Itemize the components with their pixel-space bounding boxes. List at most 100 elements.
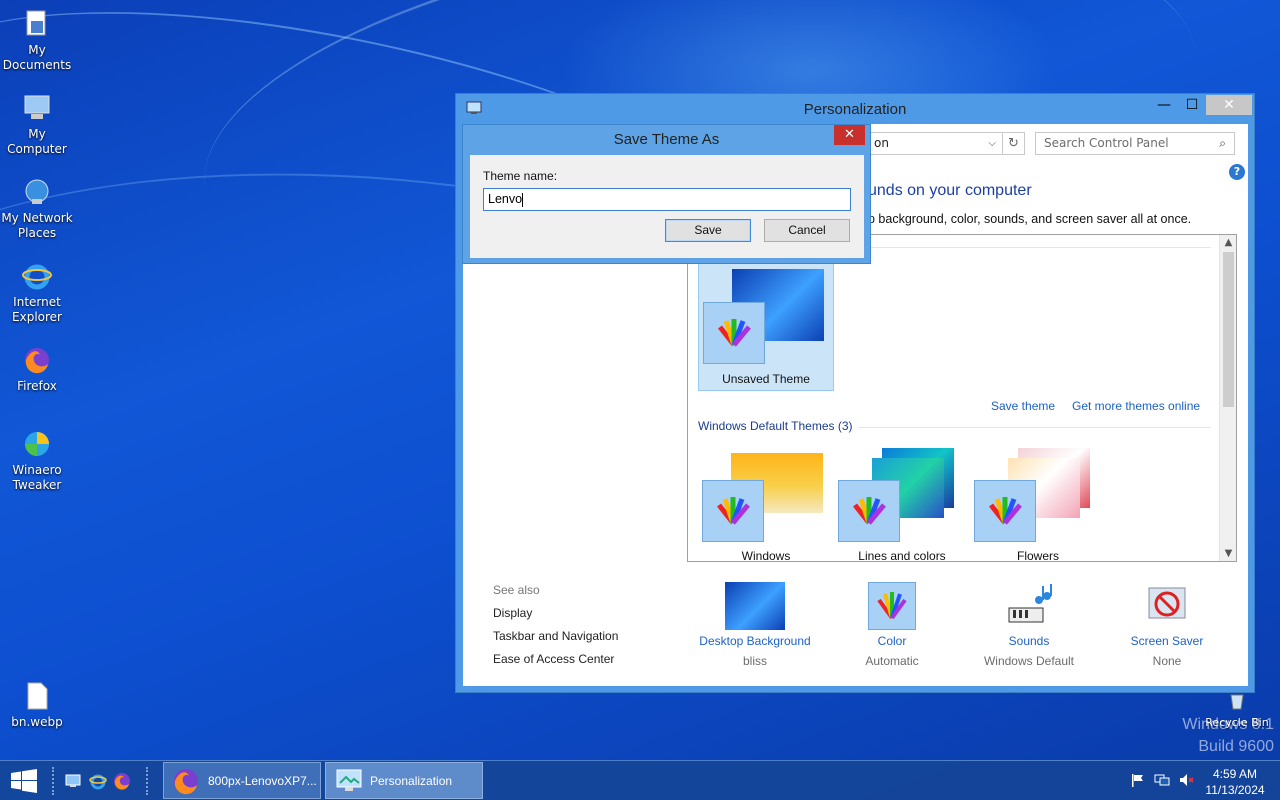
desktop-icon-my-documents[interactable]: My Documents [0,8,74,73]
firefox-icon [172,767,200,795]
refresh-button[interactable]: ↻ [1003,132,1025,155]
desktop-icon-winaero-tweaker[interactable]: Winaero Tweaker [0,428,74,493]
flag-icon[interactable] [1130,772,1146,788]
my-computer-icon [21,92,53,124]
theme-name-label: Theme name: [483,169,558,183]
clock-date: 11/13/2024 [1205,783,1265,797]
my-documents-icon [21,8,53,40]
internet-explorer-icon[interactable] [89,772,107,790]
color-setting[interactable]: Color Automatic [827,582,957,668]
cancel-button[interactable]: Cancel [764,219,850,242]
recycle-bin-icon [1221,690,1253,712]
save-theme-dialog[interactable]: Save Theme As ✕ Theme name: Lenvo Save C… [462,124,871,264]
search-input[interactable]: Search Control Panel ⌕ [1035,132,1235,155]
desktop-icon-label: My Computer [7,127,67,156]
sounds-setting[interactable]: Sounds Windows Default [964,582,1094,668]
desktop-icon-internet-explorer[interactable]: Internet Explorer [0,260,74,325]
close-button[interactable]: ✕ [1206,95,1252,115]
color-palette-icon [703,302,765,364]
setting-value: bliss [742,654,767,668]
setting-label: Sounds [1008,634,1050,648]
chevron-down-icon[interactable]: ⌵ [988,133,996,154]
theme-label: Flowers [1016,549,1059,562]
setting-value: Windows Default [983,654,1075,668]
refresh-icon: ↻ [1008,136,1019,151]
screen-saver-setting[interactable]: Screen Saver None [1102,582,1232,668]
theme-label: Windows [741,549,791,562]
desktop-icon-firefox[interactable]: Firefox [0,344,74,394]
scrollbar-thumb[interactable] [1223,252,1234,407]
see-also-ease-of-access-link[interactable]: Ease of Access Center [493,652,614,666]
taskbar-button-label: Personalization [370,774,453,788]
screen-saver-icon [1143,582,1191,630]
desktop-icon-label: My Documents [2,43,72,72]
sounds-icon [1005,582,1053,630]
theme-label: Unsaved Theme [722,372,810,386]
taskbar-grip[interactable] [52,767,55,795]
scroll-up-icon[interactable]: ▲ [1220,237,1236,248]
themes-panel[interactable]: Unsaved Theme Save theme Get more themes… [687,234,1237,562]
theme-unsaved[interactable]: Unsaved Theme [698,261,834,391]
windows-logo-icon [11,769,37,793]
page-heading: unds on your computer [868,182,1032,199]
desktop-background-icon [725,582,785,630]
taskbar-button-label: 800px-LenovoXP7... [208,774,317,788]
maximize-button[interactable]: ☐ [1178,95,1206,115]
themes-scrollbar[interactable]: ▲ ▼ [1219,235,1236,561]
firefox-icon[interactable] [113,772,131,790]
taskbar-clock[interactable]: 4:59 AM 11/13/2024 [1200,766,1270,798]
firefox-icon [21,344,53,376]
color-palette-icon [868,582,916,630]
desktop-icon-my-computer[interactable]: My Computer [0,92,74,157]
color-palette-icon [974,480,1036,542]
file-icon [21,680,53,712]
desktop-icon-network-places[interactable]: My Network Places [0,176,74,241]
desktop-icon-label: Firefox [17,379,57,393]
desktop-icon-bn-webp[interactable]: bn.webp [0,680,74,730]
setting-label: Screen Saver [1130,634,1204,648]
windows-watermark: Windows 8.1 Build 9600 [1100,716,1274,756]
theme-lines-and-colors[interactable]: Lines and colors [834,443,970,561]
desktop-background-setting[interactable]: Desktop Background bliss [690,582,820,668]
help-icon[interactable]: ? [1229,164,1245,180]
search-placeholder: Search Control Panel [1044,136,1169,150]
taskbar-button-firefox[interactable]: 800px-LenovoXP7... [163,762,321,799]
save-button[interactable]: Save [665,219,751,242]
desktop-icon-label: My Network Places [1,211,73,240]
address-text: on [874,136,889,150]
theme-name-input[interactable]: Lenvo [483,188,851,211]
personalization-icon [336,769,362,793]
winaero-tweaker-icon [21,428,53,460]
taskbar-grip[interactable] [146,767,149,795]
desktop-icon-label: Internet Explorer [12,295,62,324]
setting-label: Desktop Background [699,634,811,648]
save-theme-link[interactable]: Save theme [991,399,1055,413]
desktop-icon-label: Winaero Tweaker [12,463,62,492]
theme-windows[interactable]: Windows [698,443,834,562]
network-places-icon [21,176,53,208]
see-also-display-link[interactable]: Display [493,606,532,620]
theme-name-value: Lenvo [488,192,523,206]
theme-flowers[interactable]: Flowers [970,443,1106,562]
show-desktop-icon[interactable] [64,772,82,790]
minimize-button[interactable]: — [1150,95,1178,115]
search-icon[interactable]: ⌕ [1219,133,1226,154]
setting-value: Automatic [865,654,919,668]
watermark-line2: Build 9600 [1198,738,1274,755]
network-icon[interactable] [1154,772,1170,788]
scroll-down-icon[interactable]: ▼ [1220,548,1236,559]
setting-label: Color [877,634,907,648]
start-button[interactable] [10,769,38,793]
window-titlebar[interactable]: Personalization — ☐ ✕ [456,94,1254,124]
volume-muted-icon[interactable] [1178,772,1194,788]
get-more-themes-link[interactable]: Get more themes online [1072,399,1200,413]
internet-explorer-icon [21,260,53,292]
taskbar: 800px-LenovoXP7... Personalization 4:59 … [0,760,1280,800]
dialog-close-button[interactable]: ✕ [834,125,865,145]
see-also-taskbar-link[interactable]: Taskbar and Navigation [493,629,618,643]
text-caret [522,192,524,207]
divider [858,427,1211,428]
taskbar-button-personalization[interactable]: Personalization [325,762,483,799]
dialog-body: Theme name: Lenvo Save Cancel [470,155,864,258]
dialog-title: Save Theme As [613,131,720,148]
